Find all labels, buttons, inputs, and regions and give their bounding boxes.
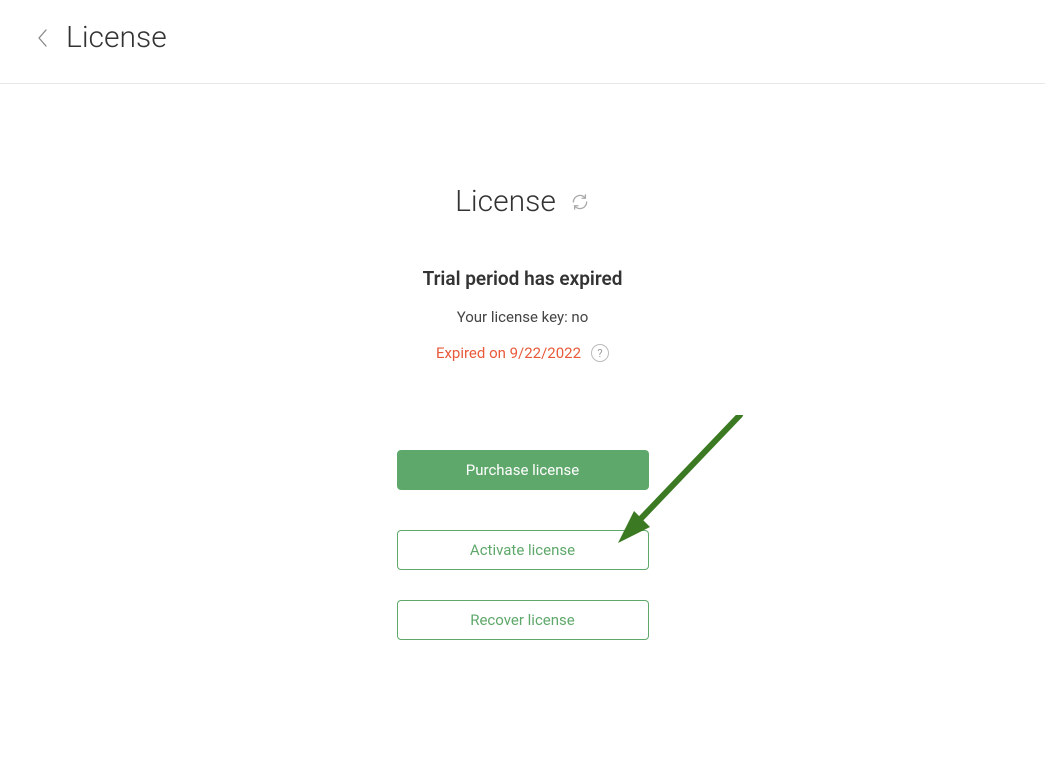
- expired-row: Expired on 9/22/2022 ?: [436, 344, 609, 362]
- header-title: License: [66, 20, 167, 55]
- refresh-icon[interactable]: [570, 192, 590, 212]
- page-title-row: License: [455, 184, 590, 219]
- buttons-column: Purchase license Activate license Recove…: [397, 450, 649, 640]
- activate-license-button[interactable]: Activate license: [397, 530, 649, 570]
- license-key-info: Your license key: no: [457, 308, 589, 326]
- back-icon[interactable]: [36, 28, 48, 48]
- expired-text: Expired on 9/22/2022: [436, 344, 581, 362]
- header-bar: License: [0, 0, 1045, 84]
- content-area: License Trial period has expired Your li…: [0, 84, 1045, 640]
- status-heading: Trial period has expired: [423, 267, 623, 290]
- help-glyph: ?: [597, 347, 602, 360]
- help-icon[interactable]: ?: [591, 344, 609, 362]
- recover-license-button[interactable]: Recover license: [397, 600, 649, 640]
- purchase-license-button[interactable]: Purchase license: [397, 450, 649, 490]
- page-title: License: [455, 184, 556, 219]
